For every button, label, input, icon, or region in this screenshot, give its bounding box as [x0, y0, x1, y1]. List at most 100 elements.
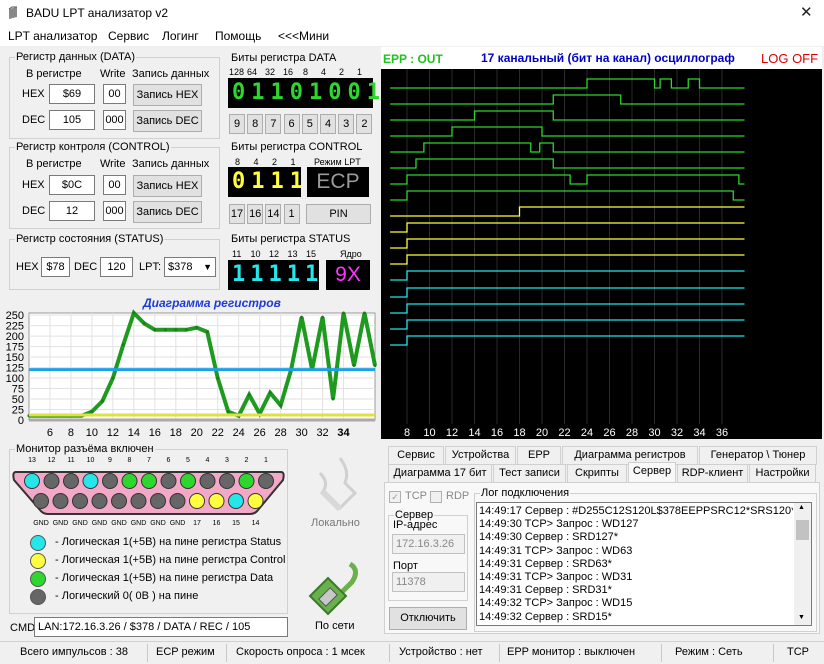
data-hex-field[interactable]: $69: [49, 84, 95, 104]
log-off-button[interactable]: LOG OFF: [761, 51, 818, 66]
status-epp-monitor: EPP монитор : выключен: [507, 646, 636, 658]
diagram-x-tick: 34: [337, 427, 350, 439]
connector-pin: [121, 473, 138, 489]
tab-3[interactable]: EPP: [517, 446, 561, 465]
data-pin-button[interactable]: 3: [338, 114, 355, 134]
port-field[interactable]: 11378: [392, 572, 465, 592]
connector-pin-label: GND: [150, 520, 166, 527]
ctrl-dec-write-field[interactable]: 000: [103, 201, 126, 221]
ctrl-write-dec-button[interactable]: Запись DEC: [133, 201, 202, 223]
diagram-data-point: [142, 321, 146, 325]
data-dec-write-field[interactable]: 000: [103, 110, 126, 130]
diagram-x-tick: 24: [233, 427, 245, 439]
ctrl-bits-display: 0111: [228, 167, 303, 197]
data-pin-button[interactable]: 5: [301, 114, 318, 134]
menu-lpt-analyzer[interactable]: LPT анализатор: [8, 29, 97, 43]
data-hex-label: HEX: [22, 88, 45, 100]
window-title: BADU LPT анализатор v2: [26, 6, 169, 20]
data-write-dec-button[interactable]: Запись DEC: [133, 110, 202, 132]
ctrl-pin-button[interactable]: 14: [265, 204, 282, 224]
scope-channel-trace: [390, 335, 745, 346]
tab-row2-1[interactable]: Диаграмма 17 бит: [388, 464, 492, 483]
diagram-x-tick: 8: [68, 427, 74, 439]
ip-field[interactable]: 172.16.3.26: [392, 534, 465, 554]
scroll-up-icon[interactable]: ▲: [798, 504, 805, 511]
log-line: 14:49:31 TCP> Запрос : WD31: [479, 571, 633, 583]
data-pin-button[interactable]: 2: [356, 114, 373, 134]
close-icon[interactable]: ✕: [800, 3, 813, 21]
data-pin-button[interactable]: 8: [247, 114, 264, 134]
connector-pin: [258, 473, 274, 489]
data-pin-button[interactable]: 4: [320, 114, 336, 134]
pin-button[interactable]: PIN: [306, 204, 371, 224]
legend-text: - Логическая 1(+5В) на пине регистра Dat…: [55, 572, 274, 584]
diagram-x-tick: 6: [47, 427, 53, 439]
diagram-data-point: [195, 326, 199, 330]
log-line: 14:49:30 TCP> Запрос : WD127: [479, 518, 639, 531]
connector-pin-number: 8: [128, 457, 132, 464]
tab-1[interactable]: Сервис: [388, 446, 444, 465]
data-write-label: Write: [100, 68, 126, 80]
legend-color-dot: [30, 571, 46, 587]
connector-pin-number: 11: [67, 457, 74, 464]
app-icon: [8, 6, 17, 19]
log-scrollbar-thumb[interactable]: [796, 520, 809, 540]
data-hex-write-field[interactable]: 00: [103, 84, 126, 104]
connector-pin: [33, 493, 49, 509]
data-pin-button[interactable]: 7: [265, 114, 282, 134]
network-cable-icon[interactable]: [302, 560, 364, 618]
diagram-y-tick: 50: [12, 394, 24, 406]
data-bit-weight: 64: [247, 67, 258, 77]
lpt-select[interactable]: $378 ▼: [164, 257, 216, 277]
ctrl-write-hex-button[interactable]: Запись HEX: [133, 175, 202, 197]
diagram-data-point: [373, 363, 377, 367]
connector-pin: [43, 473, 60, 489]
connector-pin-label: 16: [213, 520, 221, 527]
ctrl-pin-button[interactable]: 1: [283, 204, 300, 224]
ctrl-write-label: Write: [100, 158, 126, 170]
tcp-checkbox[interactable]: ✓: [389, 491, 401, 503]
ctrl-dec-field[interactable]: 12: [49, 201, 95, 221]
diagram-data-point: [153, 328, 157, 332]
scroll-down-icon[interactable]: ▼: [798, 614, 805, 621]
tab-2[interactable]: Устройства: [445, 446, 516, 465]
data-pin-button[interactable]: 9: [229, 114, 245, 134]
menu-mini[interactable]: <<<Мини: [278, 29, 329, 43]
data-pin-button[interactable]: 6: [283, 114, 300, 134]
ctrl-dec-label: DEC: [22, 205, 46, 217]
tab-row2-3[interactable]: Скрипты: [567, 464, 627, 483]
tab-row2-6[interactable]: Настройки: [749, 464, 816, 483]
connector-pin: [102, 473, 118, 489]
data-dec-field[interactable]: 105: [49, 110, 95, 130]
connector-pin-number: 2: [245, 457, 249, 464]
diagram-y-tick: 75: [12, 384, 24, 396]
title-bar: BADU LPT анализатор v2 ✕: [0, 0, 824, 26]
diagram-x-tick: 30: [295, 427, 307, 439]
ctrl-hex-write-field[interactable]: 00: [103, 175, 126, 195]
local-mode-icon[interactable]: [310, 453, 365, 518]
ctrl-pin-button[interactable]: 16: [247, 204, 264, 224]
diagram-data-point: [121, 342, 125, 346]
rdp-checkbox[interactable]: [430, 491, 442, 503]
ctrl-pin-button[interactable]: 17: [229, 204, 245, 224]
tab-row2-2[interactable]: Тест записи: [493, 464, 566, 483]
diagram-data-point: [352, 363, 356, 367]
menu-service[interactable]: Сервис: [108, 29, 149, 43]
scope-x-tick: 22: [558, 427, 570, 439]
menu-logging[interactable]: Логинг: [162, 29, 199, 43]
ctrl-hex-field[interactable]: $0C: [49, 175, 95, 195]
disconnect-button[interactable]: Отключить: [389, 607, 467, 630]
tab-5[interactable]: Генератор \ Тюнер: [699, 446, 817, 465]
cmd-input[interactable]: LAN:172.16.3.26 / $378 / DATA / REC / 10…: [34, 617, 288, 637]
diagram-y-tick: 25: [12, 405, 24, 417]
connector-pin: [91, 493, 108, 509]
scope-channel-trace: [390, 78, 745, 89]
diagram-data-point: [342, 311, 346, 315]
scope-channel-trace: [390, 238, 745, 249]
legend-text: - Логический 0( 0В ) на пине: [55, 590, 199, 602]
data-write-hex-button[interactable]: Запись HEX: [133, 84, 202, 106]
log-line: 14:49:30 Сервер : SRD127*: [479, 531, 619, 544]
menu-help[interactable]: Помощь: [215, 29, 261, 43]
tab-row2-5[interactable]: RDP-клиент: [677, 464, 748, 483]
tab-row2-4[interactable]: Сервер: [628, 462, 676, 483]
